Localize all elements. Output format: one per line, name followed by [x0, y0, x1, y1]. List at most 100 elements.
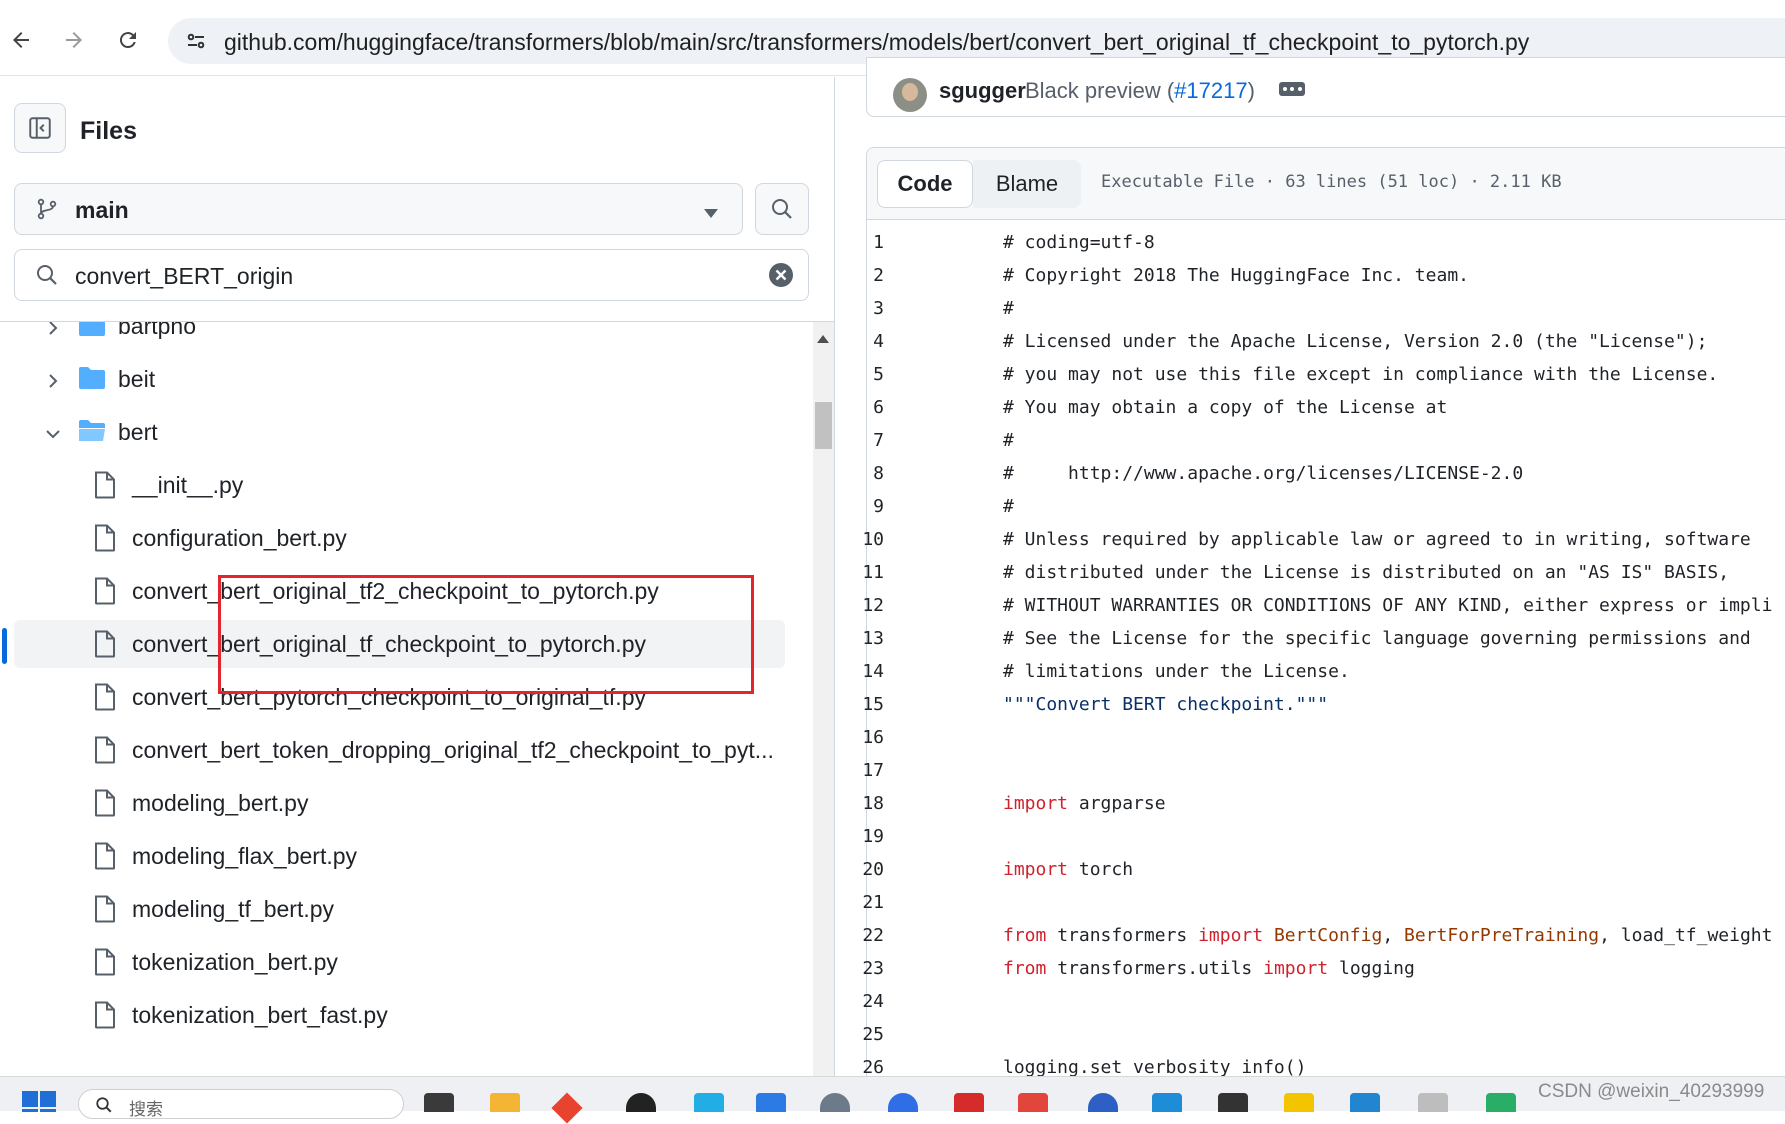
line-number[interactable]: 16: [837, 727, 884, 748]
branch-selector[interactable]: main: [14, 183, 743, 235]
code-line[interactable]: 20 import torch: [837, 859, 1785, 892]
windows-start-icon[interactable]: [22, 1091, 56, 1112]
code-line[interactable]: 15 """Convert BERT checkpoint.""": [837, 694, 1785, 727]
line-number[interactable]: 8: [837, 463, 884, 484]
tree-file[interactable]: convert_bert_token_dropping_original_tf2…: [0, 726, 785, 774]
code-line[interactable]: 11 # distributed under the License is dis…: [837, 562, 1785, 595]
tab-code[interactable]: Code: [877, 160, 973, 208]
tree-file[interactable]: tokenization_bert.py: [0, 938, 785, 986]
code-line[interactable]: 23 from transformers.utils import logging: [837, 958, 1785, 991]
filter-files-input[interactable]: convert_BERT_origin: [14, 249, 809, 301]
taskbar-search[interactable]: 搜索: [78, 1089, 404, 1119]
avatar[interactable]: [893, 78, 927, 112]
code-line[interactable]: 6 # You may obtain a copy of the License …: [837, 397, 1785, 430]
scrollbar-thumb[interactable]: [815, 402, 832, 449]
qq-icon[interactable]: [626, 1093, 656, 1112]
code-line[interactable]: 18 import argparse: [837, 793, 1785, 826]
app-icon[interactable]: [551, 1092, 583, 1124]
url-text[interactable]: github.com/huggingface/transformers/blob…: [224, 29, 1529, 56]
tree-file[interactable]: __init__.py: [0, 461, 785, 509]
terminal-icon[interactable]: [1218, 1093, 1248, 1112]
tree-folder[interactable]: beit: [0, 355, 785, 403]
code-line[interactable]: 24: [837, 991, 1785, 1024]
line-number[interactable]: 18: [837, 793, 884, 814]
line-number[interactable]: 11: [837, 562, 884, 583]
code-line[interactable]: 10 # Unless required by applicable law or…: [837, 529, 1785, 562]
line-number[interactable]: 6: [837, 397, 884, 418]
line-number[interactable]: 19: [837, 826, 884, 847]
commit-author[interactable]: sgugger: [939, 78, 1026, 104]
code-line[interactable]: 19: [837, 826, 1785, 859]
line-number[interactable]: 1: [837, 232, 884, 253]
app-icon[interactable]: [888, 1093, 918, 1112]
tab-blame[interactable]: Blame: [973, 160, 1081, 208]
line-number[interactable]: 14: [837, 661, 884, 682]
code-line[interactable]: 22 from transformers import BertConfig, B…: [837, 925, 1785, 958]
collapse-sidebar-button[interactable]: [14, 103, 66, 153]
line-number[interactable]: 5: [837, 364, 884, 385]
line-number[interactable]: 9: [837, 496, 884, 517]
line-number[interactable]: 2: [837, 265, 884, 286]
code-line[interactable]: 9 #: [837, 496, 1785, 529]
line-number[interactable]: 7: [837, 430, 884, 451]
line-number[interactable]: 15: [837, 694, 884, 715]
code-line[interactable]: 12 # WITHOUT WARRANTIES OR CONDITIONS OF …: [837, 595, 1785, 628]
line-number[interactable]: 20: [837, 859, 884, 880]
clear-filter-icon[interactable]: [768, 262, 794, 293]
code-line[interactable]: 17: [837, 760, 1785, 793]
mail-icon[interactable]: [756, 1093, 786, 1112]
app-icon[interactable]: [1018, 1093, 1048, 1112]
code-line[interactable]: 5 # you may not use this file except in c…: [837, 364, 1785, 397]
tree-file[interactable]: tokenization_bert_fast.py: [0, 991, 785, 1039]
more-icon[interactable]: [1279, 82, 1305, 96]
code-line[interactable]: 21: [837, 892, 1785, 925]
tree-file[interactable]: modeling_flax_bert.py: [0, 832, 785, 880]
line-number[interactable]: 24: [837, 991, 884, 1012]
line-number[interactable]: 22: [837, 925, 884, 946]
chevron-right-icon[interactable]: [44, 322, 62, 343]
line-number[interactable]: 25: [837, 1024, 884, 1045]
filter-input-value[interactable]: convert_BERT_origin: [75, 263, 293, 290]
tree-folder[interactable]: bert: [0, 408, 785, 456]
code-line[interactable]: 4 # Licensed under the Apache License, Ve…: [837, 331, 1785, 364]
app-icon[interactable]: [1284, 1093, 1314, 1112]
app-icon[interactable]: [1418, 1093, 1448, 1112]
reload-icon[interactable]: [110, 22, 146, 58]
task-view-icon[interactable]: [424, 1093, 454, 1112]
line-number[interactable]: 4: [837, 331, 884, 352]
line-number[interactable]: 12: [837, 595, 884, 616]
back-icon[interactable]: [3, 22, 39, 58]
tree-file[interactable]: configuration_bert.py: [0, 514, 785, 562]
code-view[interactable]: 1 # coding=utf-8 2 # Copyright 2018 The Hug…: [837, 221, 1785, 1108]
line-number[interactable]: 23: [837, 958, 884, 979]
forward-icon[interactable]: [56, 22, 92, 58]
tree-scrollbar[interactable]: [813, 322, 834, 1076]
line-number[interactable]: 13: [837, 628, 884, 649]
code-line[interactable]: 14 # limitations under the License.: [837, 661, 1785, 694]
wps-icon[interactable]: [954, 1093, 984, 1112]
tree-folder[interactable]: bartpho: [0, 322, 785, 350]
code-line[interactable]: 13 # See the License for the specific lan…: [837, 628, 1785, 661]
code-line[interactable]: 2 # Copyright 2018 The HuggingFace Inc. t…: [837, 265, 1785, 298]
tree-file[interactable]: modeling_bert.py: [0, 779, 785, 827]
code-line[interactable]: 16: [837, 727, 1785, 760]
line-number[interactable]: 21: [837, 892, 884, 913]
code-line[interactable]: 1 # coding=utf-8: [837, 232, 1785, 265]
tree-file[interactable]: modeling_tf_bert.py: [0, 885, 785, 933]
wechat-icon[interactable]: [1486, 1093, 1516, 1112]
search-files-button[interactable]: [755, 183, 809, 235]
chevron-down-icon[interactable]: [44, 422, 62, 449]
commit-pr-link[interactable]: #17217: [1174, 78, 1247, 103]
app-icon[interactable]: [1088, 1093, 1118, 1112]
bilibili-icon[interactable]: [694, 1093, 724, 1112]
scroll-up-icon[interactable]: [817, 330, 829, 348]
line-number[interactable]: 26: [837, 1057, 884, 1078]
line-number[interactable]: 17: [837, 760, 884, 781]
chevron-right-icon[interactable]: [44, 369, 62, 396]
code-line[interactable]: 3 #: [837, 298, 1785, 331]
code-line[interactable]: 8 # http://www.apache.org/licenses/LICENS…: [837, 463, 1785, 496]
code-line[interactable]: 7 #: [837, 430, 1785, 463]
file-explorer-icon[interactable]: [490, 1093, 520, 1112]
settings-icon[interactable]: [820, 1093, 850, 1112]
vscode-icon[interactable]: [1350, 1093, 1380, 1112]
